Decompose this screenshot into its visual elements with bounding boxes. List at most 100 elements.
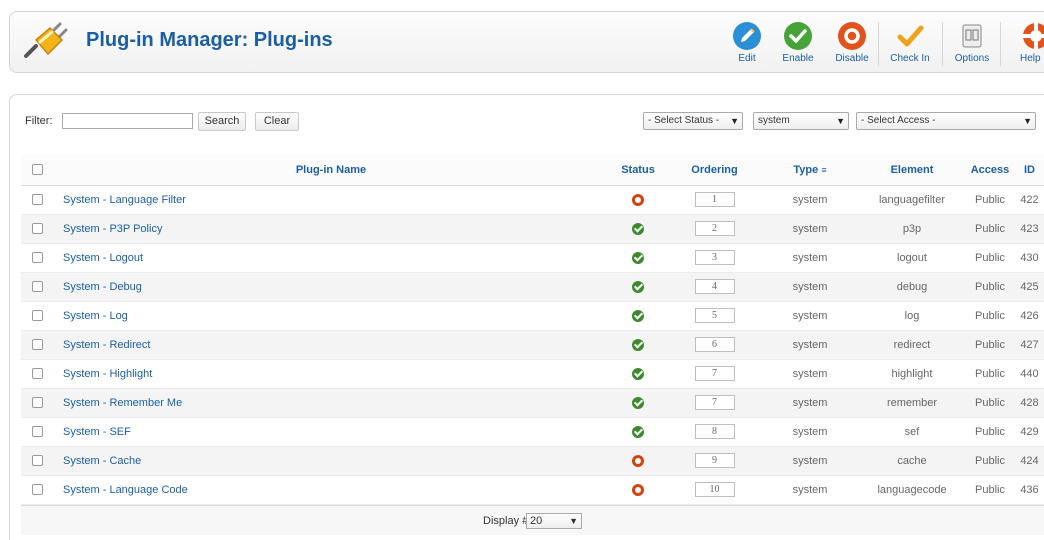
id-cell: 440 — [1015, 359, 1044, 389]
checkin-icon — [894, 20, 926, 52]
row-checkbox-cell — [21, 214, 54, 244]
ordering-input[interactable]: 10 — [694, 482, 735, 497]
enable-button[interactable]: Enable — [774, 16, 822, 70]
row-checkbox-cell — [21, 359, 54, 389]
enable-icon — [782, 20, 814, 52]
ordering-cell: 1 — [668, 185, 761, 215]
element-value: cache — [897, 454, 927, 467]
table-row: System - Language Code 10 system languageco… — [21, 475, 1044, 505]
type-value: system — [792, 251, 828, 264]
ordering-input[interactable]: 6 — [694, 337, 735, 352]
row-checkbox[interactable] — [32, 426, 43, 438]
row-checkbox[interactable] — [32, 281, 43, 293]
type-value: system — [792, 425, 828, 438]
status-cell — [608, 243, 668, 273]
access-cell: Public — [965, 475, 1015, 505]
enabled-status-icon[interactable] — [632, 309, 644, 322]
ordering-input[interactable]: 7 — [694, 395, 735, 410]
enabled-status-icon[interactable] — [632, 396, 644, 409]
ordering-input[interactable]: 9 — [694, 453, 735, 468]
col-header-type[interactable]: Type ≡ — [761, 155, 859, 186]
options-icon — [956, 20, 988, 52]
row-checkbox[interactable] — [32, 455, 43, 467]
row-checkbox[interactable] — [32, 223, 43, 235]
row-checkbox[interactable] — [32, 368, 43, 380]
edit-button[interactable]: Edit — [723, 16, 771, 70]
row-checkbox[interactable] — [32, 484, 43, 496]
status-select[interactable]: - Select Status - ▼ — [643, 112, 743, 130]
enabled-status-icon[interactable] — [632, 367, 644, 380]
plugin-name: System - P3P Policy — [63, 222, 163, 235]
plugin-name-link[interactable]: System - Remember Me — [54, 388, 608, 418]
ordering-input[interactable]: 1 — [694, 192, 735, 207]
ordering-input[interactable]: 4 — [694, 279, 735, 294]
help-label: Help — [1020, 53, 1041, 64]
id-value: 429 — [1020, 425, 1039, 438]
disabled-status-icon[interactable] — [632, 193, 644, 206]
access-value: Public — [975, 338, 1005, 351]
options-button[interactable]: Options — [948, 16, 996, 70]
enabled-status-icon[interactable] — [632, 425, 644, 438]
check-in-button[interactable]: Check In — [886, 16, 934, 70]
id-value: 440 — [1020, 367, 1039, 380]
access-select[interactable]: - Select Access - ▼ — [856, 112, 1036, 130]
select-all-checkbox[interactable] — [32, 164, 43, 176]
plugin-name-link[interactable]: System - Redirect — [54, 330, 608, 360]
ordering-input[interactable]: 5 — [694, 308, 735, 323]
enabled-status-icon[interactable] — [632, 338, 644, 351]
disable-button[interactable]: Disable — [828, 16, 876, 70]
search-button[interactable]: Search — [198, 112, 246, 131]
plugin-name-link[interactable]: System - SEF — [54, 417, 608, 447]
type-select[interactable]: system ▼ — [753, 112, 849, 130]
plugin-name-link[interactable]: System - Cache — [54, 446, 608, 476]
disabled-status-icon[interactable] — [632, 483, 644, 496]
enabled-status-icon[interactable] — [632, 251, 644, 264]
plugin-name-link[interactable]: System - Language Filter — [54, 185, 608, 215]
row-checkbox-cell — [21, 388, 54, 418]
help-button[interactable]: Help — [1008, 16, 1044, 70]
plugin-name-link[interactable]: System - Language Code — [54, 475, 608, 505]
ordering-input[interactable]: 7 — [694, 366, 735, 381]
plugin-name-link[interactable]: System - Highlight — [54, 359, 608, 389]
display-count-select[interactable]: 20 ▼ — [526, 513, 582, 529]
col-header-element[interactable]: Element — [859, 155, 965, 186]
id-value: 424 — [1020, 454, 1039, 467]
filter-input[interactable] — [62, 113, 193, 129]
table-row: System - Highlight 7 system highlight Public… — [21, 359, 1044, 389]
row-checkbox[interactable] — [32, 252, 43, 264]
row-checkbox[interactable] — [32, 194, 43, 206]
access-cell: Public — [965, 330, 1015, 360]
enabled-status-icon[interactable] — [632, 222, 644, 235]
row-checkbox[interactable] — [32, 310, 43, 322]
plugin-name-link[interactable]: System - Debug — [54, 272, 608, 302]
access-value: Public — [975, 193, 1005, 206]
ordering-input[interactable]: 8 — [694, 424, 735, 439]
clear-button[interactable]: Clear — [255, 112, 299, 131]
row-checkbox[interactable] — [32, 339, 43, 351]
row-checkbox[interactable] — [32, 397, 43, 409]
access-select-value: - Select Access - — [861, 115, 936, 126]
access-cell: Public — [965, 388, 1015, 418]
ordering-cell: 8 — [668, 417, 761, 447]
col-header-ordering[interactable]: Ordering — [668, 155, 761, 186]
type-cell: system — [761, 185, 859, 215]
type-value: system — [792, 309, 828, 322]
col-header-access[interactable]: Access — [965, 155, 1015, 186]
access-value: Public — [975, 222, 1005, 235]
select-all-cell — [21, 155, 54, 186]
col-header-name[interactable]: Plug-in Name — [54, 155, 608, 186]
plugin-name: System - SEF — [63, 425, 131, 438]
plugin-name-link[interactable]: System - P3P Policy — [54, 214, 608, 244]
plugin-name-link[interactable]: System - Logout — [54, 243, 608, 273]
ordering-input[interactable]: 2 — [694, 221, 735, 236]
id-cell: 425 — [1015, 272, 1044, 302]
enabled-status-icon[interactable] — [632, 280, 644, 293]
col-header-id[interactable]: ID — [1015, 155, 1044, 186]
id-cell: 436 — [1015, 475, 1044, 505]
col-header-status[interactable]: Status — [608, 155, 668, 186]
access-cell: Public — [965, 214, 1015, 244]
plugin-name-link[interactable]: System - Log — [54, 301, 608, 331]
disabled-status-icon[interactable] — [632, 454, 644, 467]
status-cell — [608, 272, 668, 302]
ordering-input[interactable]: 3 — [694, 250, 735, 265]
